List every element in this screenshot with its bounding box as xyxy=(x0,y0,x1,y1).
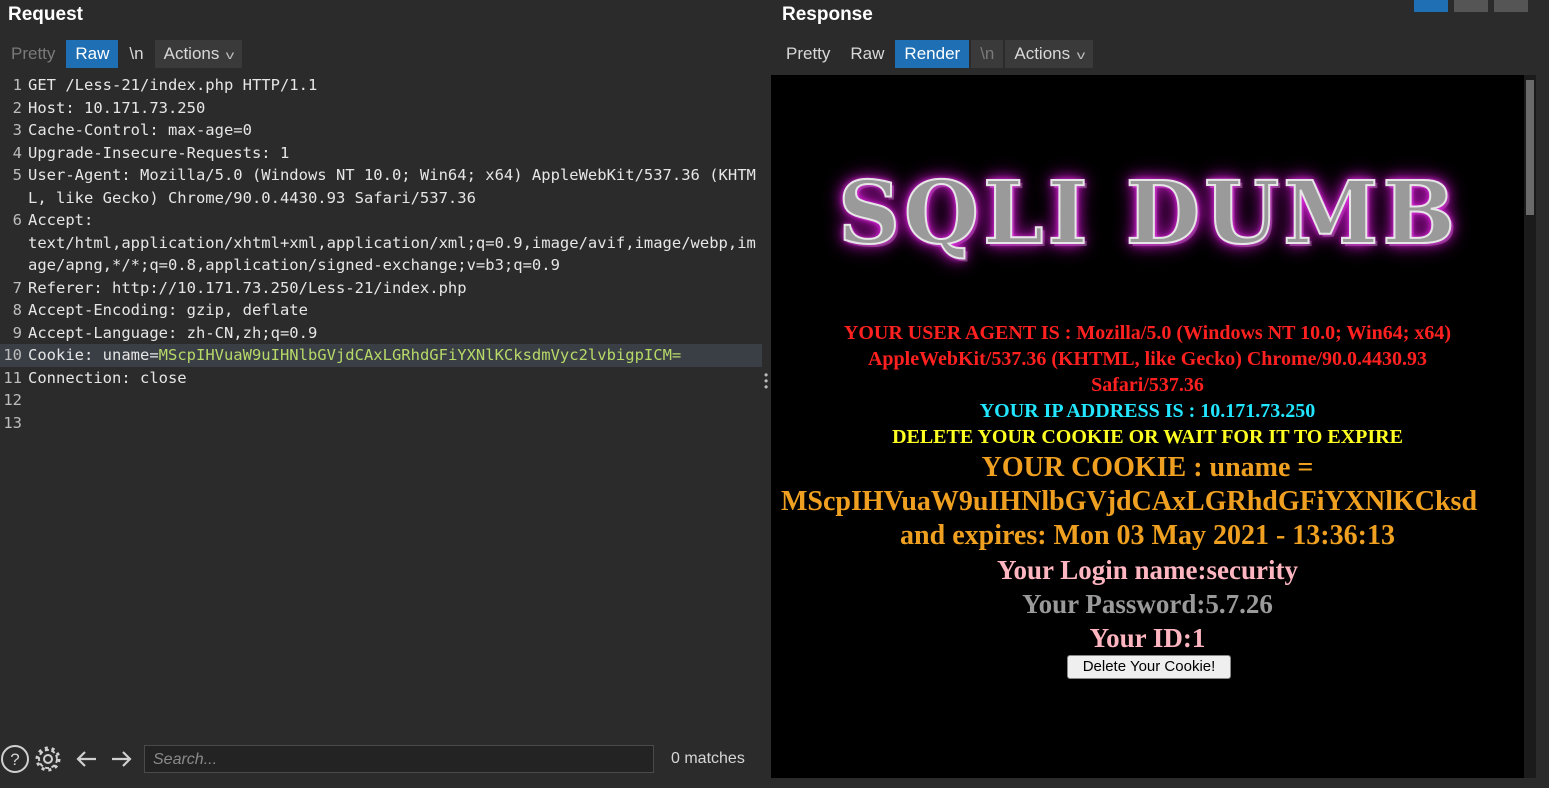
line-number: 6 xyxy=(12,211,22,229)
editor-line: 11 Connection: close xyxy=(0,367,762,390)
line-text: User-Agent: Mozilla/5.0 (Windows NT 10.0… xyxy=(28,166,756,207)
user-agent-line-1: YOUR USER AGENT IS : Mozilla/5.0 (Window… xyxy=(843,322,1452,344)
layout-top-bottom-icon[interactable] xyxy=(1454,0,1488,12)
user-agent-line-2: AppleWebKit/537.36 (KHTML, like Gecko) C… xyxy=(867,348,1428,370)
line-text: Cache-Control: max-age=0 xyxy=(28,121,252,139)
line-text xyxy=(28,412,758,435)
line-number: 11 xyxy=(3,368,22,387)
ip-address-text: YOUR IP ADDRESS IS : 10.171.73.250 xyxy=(979,400,1316,422)
arrow-right-icon[interactable] xyxy=(106,744,136,774)
request-tab-raw[interactable]: Raw xyxy=(66,40,119,68)
svg-text:?: ? xyxy=(10,750,19,769)
response-actions-dropdown[interactable]: Actions v xyxy=(1005,40,1094,68)
layout-tabs-icon[interactable] xyxy=(1494,0,1528,12)
chevron-down-icon: v xyxy=(226,48,235,62)
line-number: 3 xyxy=(12,121,22,139)
editor-line-cookie: 10 Cookie: uname=MScpIHVuaW9uIHNlbGVjdCAx… xyxy=(0,344,762,367)
editor-line: 6 Accept: text/html,application/xhtml+xml… xyxy=(0,209,762,277)
search-input[interactable]: Search... xyxy=(144,745,654,773)
line-text xyxy=(28,389,758,412)
line-number: 12 xyxy=(3,391,22,409)
response-render-view: SQLI DUMB YOUR USER AGENT IS : Mozilla/5… xyxy=(771,75,1524,778)
user-id-text: Your ID:1 xyxy=(1089,623,1206,653)
line-number: 5 xyxy=(12,166,22,184)
request-actions-dropdown[interactable]: Actions v xyxy=(154,40,243,68)
editor-line: 9 Accept-Language: zh-CN,zh;q=0.9 xyxy=(0,322,762,345)
editor-line: 12 xyxy=(0,389,762,412)
editor-line: 8 Accept-Encoding: gzip, deflate xyxy=(0,299,762,322)
layout-side-by-side-icon[interactable] xyxy=(1414,0,1448,12)
delete-cookie-message: DELETE YOUR COOKIE OR WAIT FOR IT TO EXP… xyxy=(892,426,1403,448)
request-tab-pretty[interactable]: Pretty xyxy=(2,40,64,68)
editor-line: 3 Cache-Control: max-age=0 xyxy=(0,119,762,142)
request-actions-label: Actions xyxy=(163,44,220,63)
response-scrollbar-thumb[interactable] xyxy=(1526,80,1534,215)
pane-splitter[interactable] xyxy=(762,74,770,780)
line-number: 9 xyxy=(12,323,22,342)
editor-line: 7 Referer: http://10.171.73.250/Less-21/i… xyxy=(0,277,762,300)
response-actions-label: Actions xyxy=(1014,44,1071,63)
line-text: Referer: http://10.171.73.250/Less-21/in… xyxy=(28,278,467,297)
gear-icon[interactable] xyxy=(33,744,63,774)
line-number: 13 xyxy=(3,413,22,432)
editor-line: 4 Upgrade-Insecure-Requests: 1 xyxy=(0,142,762,165)
request-tab-newline[interactable]: \n xyxy=(120,40,152,68)
response-tab-raw[interactable]: Raw xyxy=(841,40,893,68)
line-text: GET /Less-21/index.php HTTP/1.1 xyxy=(28,76,318,94)
line-text: Accept-Language: zh-CN,zh;q=0.9 xyxy=(28,323,318,342)
cookie-line-1: YOUR COOKIE : uname = xyxy=(981,452,1314,483)
editor-line: 13 xyxy=(0,412,762,435)
line-number: 2 xyxy=(12,98,22,117)
cookie-value: MScpIHVuaW9uIHNlbGVjdCAxLGRhdGFiYXNlKCks… xyxy=(158,346,682,364)
line-text: Accept: text/html,application/xhtml+xml,… xyxy=(28,211,756,274)
line-number: 10 xyxy=(3,346,22,364)
line-number: 1 xyxy=(12,76,22,94)
help-icon[interactable]: ? xyxy=(0,744,30,774)
response-tabs: Pretty Raw Render \n Actions v xyxy=(777,40,1095,68)
password-text: Your Password:5.7.26 xyxy=(1022,589,1273,619)
cookie-line-2: MScpIHVuaW9uIHNlbGVjdCAxLGRhdGFiYXNlKCks… xyxy=(781,486,1478,517)
response-pane-title: Response xyxy=(782,4,873,25)
line-text: Upgrade-Insecure-Requests: 1 xyxy=(28,143,290,162)
response-tab-newline[interactable]: \n xyxy=(971,40,1004,68)
line-number: 7 xyxy=(12,278,22,297)
editor-line: 1 GET /Less-21/index.php HTTP/1.1 xyxy=(0,74,762,97)
response-tab-pretty[interactable]: Pretty xyxy=(777,40,839,68)
request-pane-title: Request xyxy=(8,4,83,25)
sqli-dumb-logo: SQLI DUMB xyxy=(837,162,1460,265)
editor-line: 5 User-Agent: Mozilla/5.0 (Windows NT 10.… xyxy=(0,164,762,209)
chevron-down-icon: v xyxy=(1076,48,1086,62)
line-text: Connection: close xyxy=(28,368,187,387)
line-text: Host: 10.171.73.250 xyxy=(28,98,206,117)
line-number: 4 xyxy=(12,143,22,162)
arrow-left-icon[interactable] xyxy=(72,744,102,774)
splitter-handle-icon[interactable]: • • • xyxy=(764,369,768,393)
editor-line: 2 Host: 10.171.73.250 xyxy=(0,97,762,120)
user-agent-line-3: Safari/537.36 xyxy=(1091,374,1204,396)
delete-cookie-button[interactable]: Delete Your Cookie! xyxy=(1067,655,1231,679)
line-text: Accept-Encoding: gzip, deflate xyxy=(28,301,308,319)
response-tab-render[interactable]: Render xyxy=(895,40,970,68)
search-match-count: 0 matches xyxy=(671,750,745,767)
login-name-text: Your Login name:security xyxy=(997,555,1298,585)
line-text: Cookie: uname=MScpIHVuaW9uIHNlbGVjdCAxLG… xyxy=(28,344,758,367)
cookie-expires-text: and expires: Mon 03 May 2021 - 13:36:13 xyxy=(900,520,1395,551)
request-tabs: Pretty Raw \n Actions v xyxy=(2,40,244,68)
cookie-header-name: Cookie: uname= xyxy=(28,346,159,364)
request-editor[interactable]: 1 GET /Less-21/index.php HTTP/1.1 2 Host: … xyxy=(0,74,762,740)
line-number: 8 xyxy=(12,301,22,319)
